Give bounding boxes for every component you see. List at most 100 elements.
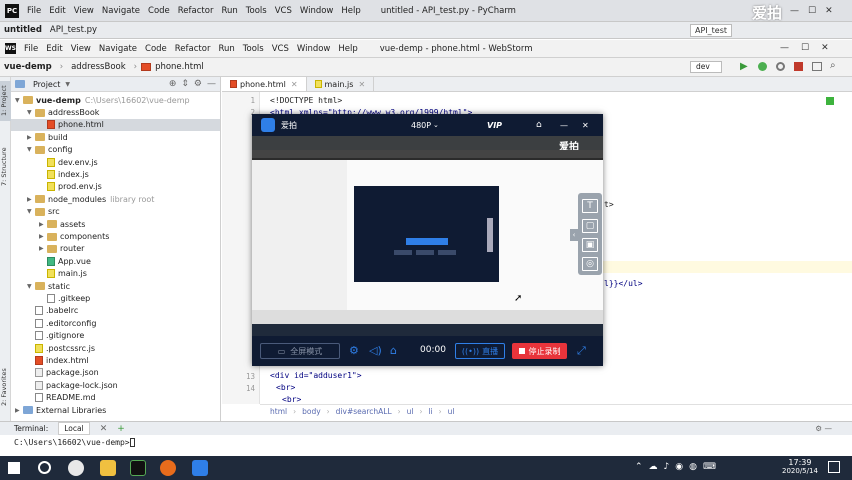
tree-item[interactable]: index.js	[11, 168, 220, 180]
terminal-output[interactable]: C:\Users\16602\vue-demp>	[0, 435, 852, 455]
inner-window-controls[interactable]: —☐✕	[780, 43, 841, 53]
tab-phone-html[interactable]: phone.html ✕	[222, 77, 307, 91]
camera-icon[interactable]: ⌂	[390, 344, 397, 357]
debug-icon[interactable]	[758, 62, 767, 71]
tree-item[interactable]: App.vue	[11, 255, 220, 267]
collapsed-arrow-icon[interactable]: ▶	[15, 407, 23, 414]
collapsed-arrow-icon[interactable]: ▶	[39, 245, 47, 252]
breadcrumb-project[interactable]: vue-demp	[0, 62, 56, 72]
tree-item[interactable]: .editorconfig	[11, 317, 220, 329]
collapsed-arrow-icon[interactable]: ▶	[39, 221, 47, 228]
inner-menu-navigate[interactable]: Navigate	[95, 44, 141, 54]
tree-item[interactable]: prod.env.js	[11, 181, 220, 193]
tree-item[interactable]: package-lock.json	[11, 379, 220, 391]
chrome-icon[interactable]	[68, 460, 84, 476]
project-view-select[interactable]: Project	[33, 80, 60, 89]
explorer-icon[interactable]	[100, 460, 116, 476]
code-line-1[interactable]: <!DOCTYPE html>	[270, 96, 342, 105]
collapsed-arrow-icon[interactable]: ▶	[27, 196, 35, 203]
breadcrumb-folder[interactable]: addressBook	[67, 62, 130, 72]
tree-item[interactable]: .postcssrc.js	[11, 342, 220, 354]
close-icon[interactable]: ✕	[100, 424, 108, 434]
breadcrumb-file[interactable]: phone.html	[151, 62, 208, 72]
tree-item[interactable]: README.md	[11, 392, 220, 404]
home-icon[interactable]: ⌂	[536, 120, 542, 130]
tree-item[interactable]: ▶ node_modules library root	[11, 193, 220, 205]
tab-main-js[interactable]: main.js ✕	[307, 77, 375, 91]
gear-icon[interactable]: ⚙	[194, 79, 202, 89]
outer-menu-tools[interactable]: Tools	[242, 6, 271, 16]
run-config-select[interactable]: dev	[690, 61, 722, 73]
outer-menu-edit[interactable]: Edit	[45, 6, 69, 16]
outer-file-name[interactable]: API_test.py	[46, 25, 101, 35]
add-icon[interactable]: +	[117, 424, 125, 434]
outer-menu-refactor[interactable]: Refactor	[174, 6, 218, 16]
tree-item[interactable]: package.json	[11, 367, 220, 379]
gear-icon[interactable]: ⚙ —	[815, 424, 832, 433]
notification-icon[interactable]	[828, 461, 840, 473]
outer-window-controls[interactable]: —☐✕	[790, 6, 842, 16]
inner-menu-help[interactable]: Help	[334, 44, 361, 54]
tree-item[interactable]: phone.html	[11, 118, 220, 132]
coverage-icon[interactable]	[776, 62, 785, 71]
close-icon[interactable]: ✕	[582, 121, 589, 130]
expanded-arrow-icon[interactable]: ▼	[27, 283, 35, 290]
recorder-user[interactable]: 爱拍	[281, 120, 297, 131]
pycharm-taskbar-icon[interactable]	[130, 460, 146, 476]
inner-menu-window[interactable]: Window	[293, 44, 335, 54]
inner-menu-tools[interactable]: Tools	[239, 44, 268, 54]
stop-record-button[interactable]: 停止录制	[512, 343, 567, 359]
tree-item[interactable]: ▶ External Libraries	[11, 404, 220, 416]
close-icon[interactable]: ✕	[358, 80, 365, 89]
outer-menu-window[interactable]: Window	[296, 6, 338, 16]
tree-item[interactable]: .babelrc	[11, 305, 220, 317]
inner-menu-edit[interactable]: Edit	[42, 44, 66, 54]
run-icon[interactable]: ▶	[740, 61, 748, 72]
search-everywhere-icon[interactable]: ⌕	[830, 60, 836, 71]
expanded-arrow-icon[interactable]: ▼	[27, 146, 35, 153]
structure-icon[interactable]	[812, 62, 822, 71]
expanded-arrow-icon[interactable]: ▼	[15, 97, 23, 104]
project-tool-tab[interactable]: 1: Project	[0, 81, 11, 121]
quality-select[interactable]: 480P	[411, 121, 431, 130]
outer-menu-navigate[interactable]: Navigate	[98, 6, 144, 16]
collapsed-arrow-icon[interactable]: ▶	[39, 233, 47, 240]
aipai-taskbar-icon[interactable]	[192, 460, 208, 476]
inner-menu-run[interactable]: Run	[214, 44, 238, 54]
tree-item[interactable]: ▶ build	[11, 131, 220, 143]
code-line-15[interactable]: <br>	[282, 395, 301, 404]
stop-icon[interactable]	[794, 62, 803, 71]
crumb-ul-inner[interactable]: ul	[448, 407, 455, 416]
mode-select[interactable]: ▭ 全屏模式	[260, 343, 340, 359]
outer-menu-code[interactable]: Code	[144, 6, 174, 16]
tree-item[interactable]: dev.env.js	[11, 156, 220, 168]
tree-item[interactable]: index.html	[11, 354, 220, 366]
crumb-li[interactable]: li	[428, 407, 432, 416]
tree-item[interactable]: ▼ static	[11, 280, 220, 292]
tree-item[interactable]: ▼ vue-demp C:\Users\16602\vue-demp	[11, 94, 220, 106]
system-tray-icons[interactable]: ⌃☁♪◉◍⌨	[635, 462, 722, 472]
save-tool-icon[interactable]: ▣	[582, 238, 598, 252]
code-fragment[interactable]: l}}</ul>	[604, 279, 643, 288]
taskbar-clock[interactable]: 17:39 2020/5/14	[782, 458, 818, 475]
tree-item[interactable]: ▶ assets	[11, 218, 220, 230]
favorites-tool-tab[interactable]: 2: Favorites	[0, 362, 11, 412]
crumb-body[interactable]: body	[302, 407, 321, 416]
image-tool-icon[interactable]: ▢	[582, 219, 598, 233]
tree-item[interactable]: ▶ components	[11, 230, 220, 242]
vip-badge[interactable]: VIP	[487, 121, 502, 130]
speaker-icon[interactable]: ◁)	[369, 344, 382, 357]
locate-icon[interactable]: ⊕	[169, 79, 177, 89]
inner-menu-file[interactable]: File	[20, 44, 42, 54]
outer-menu-run[interactable]: Run	[217, 6, 241, 16]
tree-item[interactable]: .gitkeep	[11, 292, 220, 304]
fullscreen-icon[interactable]: ⤢	[577, 344, 586, 358]
outer-project-name[interactable]: untitled	[0, 25, 46, 35]
chevron-down-icon[interactable]: ▼	[65, 81, 70, 88]
crumb-div[interactable]: div#searchALL	[336, 407, 392, 416]
app-taskbar-icon[interactable]	[160, 460, 176, 476]
tree-item[interactable]: ▶ router	[11, 243, 220, 255]
collapse-toolbar-icon[interactable]: ‹	[570, 229, 578, 241]
minimize-icon[interactable]: —	[560, 121, 568, 130]
search-icon[interactable]	[38, 461, 51, 474]
